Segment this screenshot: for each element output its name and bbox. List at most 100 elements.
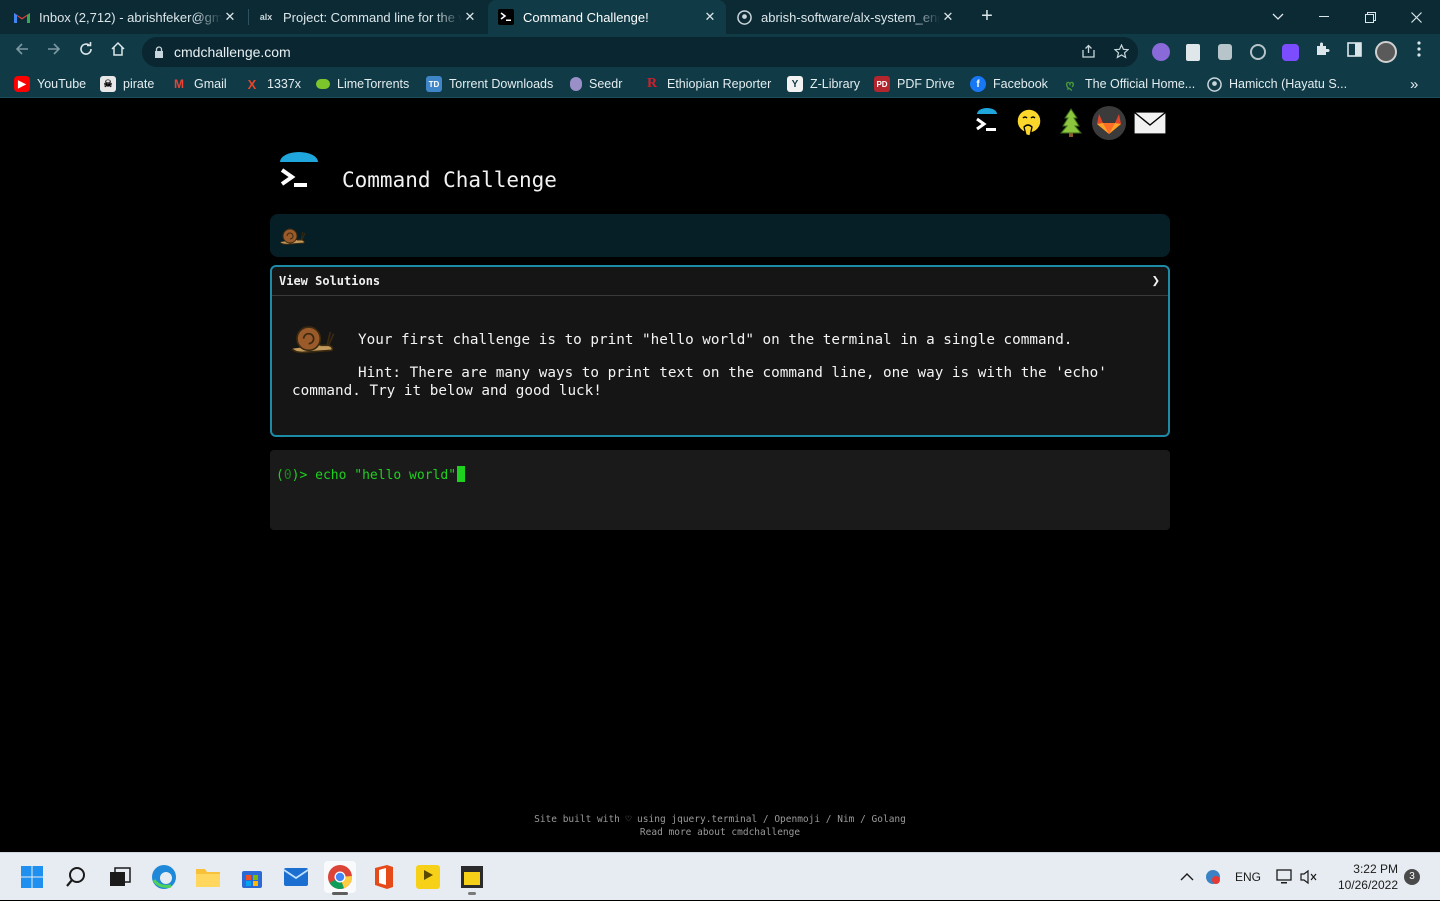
office-icon[interactable]	[368, 861, 400, 893]
tab-gmail[interactable]: Inbox (2,712) - abrishfeker@gmail.com ✕	[14, 0, 246, 34]
facebook-icon: f	[970, 76, 986, 92]
terminal-icon	[498, 9, 514, 25]
seedr-icon	[570, 77, 582, 91]
network-icon[interactable]	[1276, 853, 1294, 901]
alx-icon: alx	[259, 12, 273, 22]
language-indicator[interactable]: ENG	[1235, 853, 1261, 901]
bookmark-pdf-drive[interactable]: PD PDF Drive	[874, 75, 955, 93]
bookmark-facebook[interactable]: f Facebook	[970, 75, 1048, 93]
tab-github[interactable]: abrish-software/alx-system_engineering ✕	[736, 0, 964, 34]
bookmark-star-icon[interactable]	[1113, 43, 1129, 60]
bookmark-official-home[interactable]: ღ The Official Home...	[1062, 75, 1196, 93]
restore-icon[interactable]	[1347, 0, 1393, 34]
hint-text: Hint: There are many ways to print text …	[292, 365, 1107, 399]
clock[interactable]: 3:22 PM 10/26/2022	[1328, 861, 1398, 893]
store-icon[interactable]	[236, 861, 268, 893]
tab-title: Command Challenge!	[523, 9, 649, 25]
reporter-icon: R	[646, 76, 658, 91]
view-solutions-toggle[interactable]: View Solutions ❯	[272, 267, 1168, 296]
cmdchallenge-logo-icon[interactable]	[970, 106, 1004, 140]
site-logo-icon	[276, 152, 322, 196]
profile-avatar[interactable]	[1375, 41, 1397, 63]
task-view-icon[interactable]	[104, 861, 136, 893]
kmplayer-icon[interactable]	[412, 861, 444, 893]
file-explorer-icon[interactable]	[192, 861, 224, 893]
sticky-notes-icon[interactable]	[456, 861, 488, 895]
bookmarks-overflow-button[interactable]: »	[1410, 75, 1418, 93]
bookmark-torrent-downloads[interactable]: TD Torrent Downloads	[426, 75, 553, 93]
extension-doc-icon[interactable]	[1186, 44, 1200, 61]
close-icon[interactable]: ✕	[702, 9, 718, 25]
mail-icon[interactable]	[1133, 106, 1167, 140]
bookmark-label: Hamicch (Hayatu S...	[1229, 77, 1348, 91]
show-hidden-icons[interactable]	[1180, 853, 1194, 901]
bookmark-gmail[interactable]: M Gmail	[171, 75, 227, 93]
extension-shield-icon[interactable]	[1218, 44, 1232, 60]
menu-kebab-icon[interactable]	[1407, 40, 1431, 64]
bookmark-label: YouTube	[37, 77, 87, 91]
share-icon[interactable]	[1080, 44, 1096, 60]
page-title: Command Challenge	[342, 168, 557, 192]
home-icon[interactable]	[106, 40, 130, 64]
window-close-icon[interactable]	[1393, 0, 1439, 34]
bookmark-label: pirate	[123, 77, 155, 91]
terminal-command[interactable]: echo "hello world"	[315, 468, 456, 483]
progress-bar	[270, 214, 1170, 257]
bookmark-label: PDF Drive	[897, 77, 955, 91]
terminal[interactable]: (0)> echo "hello world"	[270, 450, 1170, 530]
address-bar[interactable]: cmdchallenge.com	[142, 37, 1138, 67]
url-text: cmdchallenge.com	[174, 44, 291, 60]
terminal-prompt-line[interactable]: (0)> echo "hello world"	[276, 466, 466, 483]
bookmark-label: Facebook	[993, 77, 1048, 91]
bookmark-z-library[interactable]: Y Z-Library	[787, 75, 860, 93]
tab-command-challenge[interactable]: Command Challenge! ✕	[488, 0, 726, 34]
search-icon[interactable]	[60, 861, 92, 893]
bookmark-youtube[interactable]: ▶ YouTube	[14, 75, 86, 93]
challenge-text: Your first challenge is to print "hello …	[358, 332, 1073, 348]
new-tab-button[interactable]: +	[976, 5, 998, 27]
chevron-right-icon[interactable]: ❯	[1152, 273, 1160, 289]
bookmark-label: Torrent Downloads	[449, 77, 554, 91]
extension-purple-icon[interactable]	[1152, 43, 1170, 61]
antivirus-tray-icon[interactable]	[1205, 853, 1221, 901]
extension-grammarly-icon[interactable]	[1250, 44, 1266, 60]
hand-over-mouth-emoji-icon[interactable]	[1012, 106, 1046, 140]
bookmark-hamicch[interactable]: Hamicch (Hayatu S...	[1206, 75, 1347, 93]
bookmarks-bar: ▶ YouTube ☠ pirate M Gmail X 1337x LimeT…	[0, 70, 1440, 98]
volume-muted-icon[interactable]	[1300, 853, 1318, 901]
chrome-taskbar-icon[interactable]	[324, 861, 356, 895]
tab-search-icon[interactable]	[1255, 0, 1301, 34]
prompt-open: (	[276, 468, 284, 483]
bookmark-ethiopian-reporter[interactable]: R Ethiopian Reporter	[644, 75, 771, 93]
bookmark-1337x[interactable]: X 1337x	[244, 75, 301, 93]
forward-icon[interactable]	[42, 40, 66, 64]
start-icon[interactable]	[16, 861, 48, 893]
prompt-close: )>	[291, 468, 316, 483]
close-icon[interactable]: ✕	[222, 9, 238, 25]
close-icon[interactable]: ✕	[462, 9, 478, 25]
tab-alx-project[interactable]: alx Project: Command line for the win ✕	[258, 0, 486, 34]
bookmark-seedr[interactable]: Seedr	[570, 75, 622, 93]
gitlab-icon[interactable]	[1092, 106, 1126, 140]
reload-icon[interactable]	[74, 40, 98, 64]
side-panel-icon[interactable]	[1342, 40, 1366, 64]
notification-badge[interactable]: 3	[1404, 869, 1420, 885]
extensions-puzzle-icon[interactable]	[1310, 40, 1334, 64]
pdfdrive-icon: PD	[874, 76, 890, 92]
mail-app-icon[interactable]	[280, 861, 312, 893]
close-icon[interactable]: ✕	[940, 9, 956, 25]
bookmark-label: LimeTorrents	[337, 77, 410, 91]
edge-icon[interactable]	[148, 861, 180, 893]
back-icon[interactable]	[10, 40, 34, 64]
bookmark-limetorrents[interactable]: LimeTorrents	[316, 75, 409, 93]
github-icon	[1206, 76, 1222, 92]
minimize-icon[interactable]	[1301, 0, 1347, 34]
bookmark-label: Seedr	[589, 77, 623, 91]
bookmark-label: The Official Home...	[1085, 77, 1196, 91]
bookmark-pirate[interactable]: ☠ pirate	[100, 75, 154, 93]
snail-icon	[279, 228, 306, 245]
extension-tw-icon[interactable]	[1282, 44, 1299, 61]
tree-icon[interactable]	[1054, 106, 1088, 140]
view-solutions-label: View Solutions	[279, 274, 381, 288]
footer-read-more-link[interactable]: Read more about cmdchallenge	[0, 826, 1440, 839]
